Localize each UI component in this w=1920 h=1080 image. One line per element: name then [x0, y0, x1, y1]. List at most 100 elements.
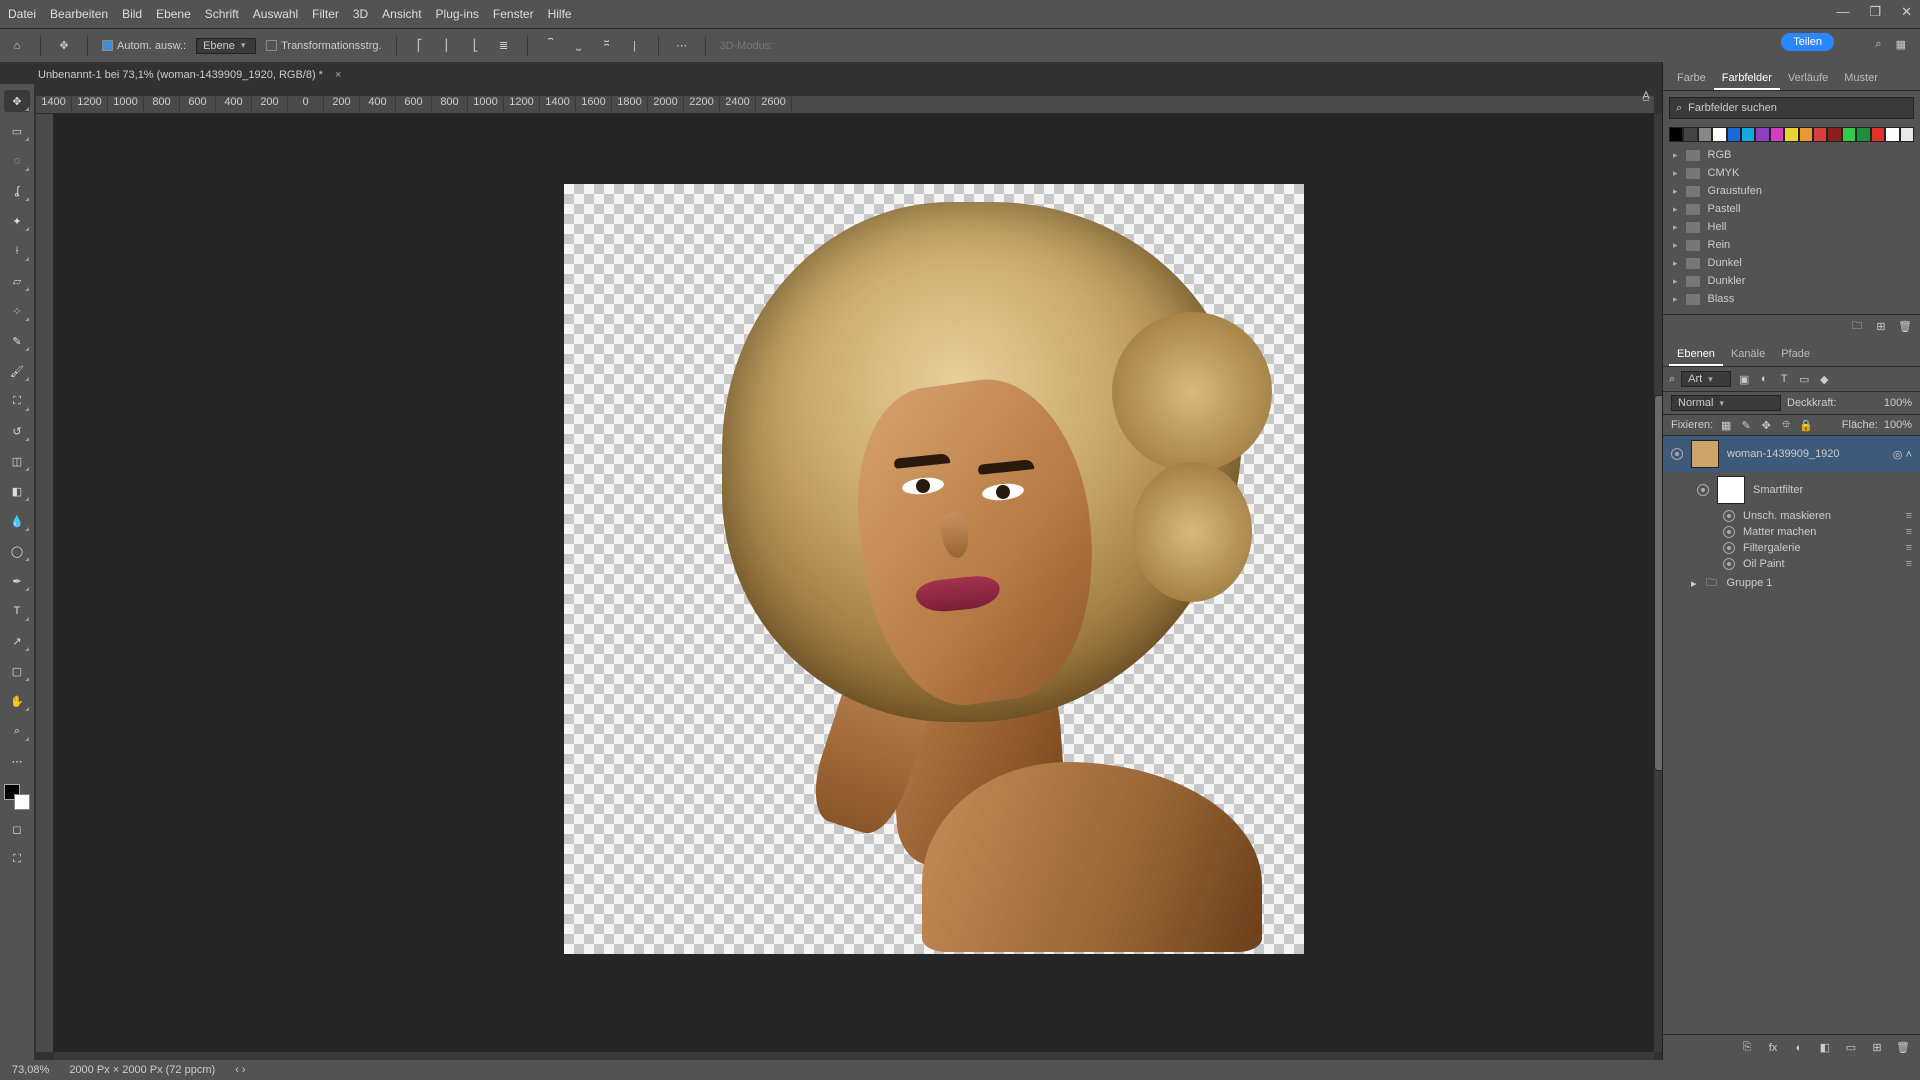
edit-toolbar[interactable]: ⋯ [4, 750, 30, 772]
visibility-toggle[interactable] [1671, 448, 1683, 460]
layer-woman[interactable]: woman-1439909_1920 ◎ ˄ [1663, 436, 1920, 472]
brush-tool[interactable]: 🖌 [4, 360, 30, 382]
filter-adjust-icon[interactable]: ◐ [1757, 372, 1771, 386]
swatch[interactable] [1683, 127, 1697, 142]
eraser-tool[interactable]: ◫ [4, 450, 30, 472]
shape-tool[interactable]: ▢ [4, 660, 30, 682]
opacity-value[interactable]: 100% [1884, 397, 1912, 409]
filter-galerie[interactable]: Filtergalerie≡ [1663, 540, 1920, 556]
swatch-group[interactable]: Graustufen [1663, 182, 1920, 200]
menu-bearbeiten[interactable]: Bearbeiten [50, 7, 108, 21]
transform-check[interactable]: Transformationsstrg. [266, 40, 381, 52]
menu-ebene[interactable]: Ebene [156, 7, 191, 21]
tab-farbe[interactable]: Farbe [1669, 68, 1714, 90]
distribute-spacing-icon[interactable]: | [626, 37, 644, 55]
new-layer-icon[interactable]: ⊞ [1870, 1041, 1884, 1055]
canvas[interactable] [54, 114, 1654, 1052]
menu-ansicht[interactable]: Ansicht [382, 7, 421, 21]
mask-icon[interactable]: ◐ [1792, 1041, 1806, 1055]
swatch-group[interactable]: CMYK [1663, 164, 1920, 182]
frame-tool[interactable]: ▱ [4, 270, 30, 292]
fx-icon[interactable]: fx [1766, 1041, 1780, 1055]
crop-tool[interactable]: ⟊ [4, 240, 30, 262]
lock-artboard-icon[interactable]: ⯐ [1779, 418, 1793, 432]
lock-all-icon[interactable]: 🔒 [1799, 418, 1813, 432]
filter-blend-icon[interactable]: ≡ [1906, 558, 1912, 570]
tab-verlaeufe[interactable]: Verläufe [1780, 68, 1836, 90]
tab-kanaele[interactable]: Kanäle [1723, 344, 1773, 366]
eyedropper-tool[interactable]: ⁘ [4, 300, 30, 322]
smartfilter-row[interactable]: Smartfilter [1663, 472, 1920, 508]
swatch-group[interactable]: Dunkel [1663, 254, 1920, 272]
swatch-group[interactable]: Dunkler [1663, 272, 1920, 290]
home-icon[interactable]: ⌂ [8, 37, 26, 55]
swatch[interactable] [1827, 127, 1841, 142]
layer-filter-kind[interactable]: Art [1681, 371, 1731, 387]
lock-trans-icon[interactable]: ▦ [1719, 418, 1733, 432]
quickmask-icon[interactable]: ◻ [4, 818, 30, 840]
distribute-middle-icon[interactable]: ⎵ [570, 37, 588, 55]
filter-mask-thumb[interactable] [1717, 476, 1745, 504]
menu-fenster[interactable]: Fenster [493, 7, 534, 21]
scrollbar-vertical[interactable] [1654, 114, 1662, 1052]
link-layers-icon[interactable]: ⎘ [1740, 1041, 1754, 1055]
swatch[interactable] [1741, 127, 1755, 142]
swatch[interactable] [1871, 127, 1885, 142]
swatch[interactable] [1669, 127, 1683, 142]
hand-tool[interactable]: ✋ [4, 690, 30, 712]
swatch-group[interactable]: RGB [1663, 146, 1920, 164]
layer-thumbnail[interactable] [1691, 440, 1719, 468]
blur-tool[interactable]: 💧 [4, 510, 30, 532]
distribute-top-icon[interactable]: ⎴ [542, 37, 560, 55]
swatch[interactable] [1885, 127, 1899, 142]
wand-tool[interactable]: ✦ [4, 210, 30, 232]
blend-mode-dropdown[interactable]: Normal [1671, 395, 1781, 411]
swatch-group[interactable]: Pastell [1663, 200, 1920, 218]
delete-layer-icon[interactable]: 🗑 [1896, 1041, 1910, 1055]
filter-blend-icon[interactable]: ≡ [1906, 542, 1912, 554]
auto-select-target-dropdown[interactable]: Ebene [196, 38, 256, 54]
swatch[interactable] [1727, 127, 1741, 142]
zoom-level[interactable]: 73,08% [12, 1064, 49, 1076]
tab-pfade[interactable]: Pfade [1773, 344, 1818, 366]
artboard-tool[interactable]: ▭ [4, 120, 30, 142]
align-center-icon[interactable]: ⎢ [439, 37, 457, 55]
heal-tool[interactable]: ✎ [4, 330, 30, 352]
stamp-tool[interactable]: ⛶ [4, 390, 30, 412]
menu-bild[interactable]: Bild [122, 7, 142, 21]
close-window-button[interactable]: ✕ [1901, 4, 1912, 20]
fill-value[interactable]: 100% [1884, 419, 1912, 431]
swatch[interactable] [1755, 127, 1769, 142]
filter-matter[interactable]: Matter machen≡ [1663, 524, 1920, 540]
maximize-button[interactable]: ❐ [1869, 4, 1881, 20]
close-tab-icon[interactable]: × [335, 69, 341, 81]
screenmode-icon[interactable]: ⛶ [4, 848, 30, 870]
filter-blend-icon[interactable]: ≡ [1906, 526, 1912, 538]
menu-auswahl[interactable]: Auswahl [253, 7, 298, 21]
swatch-search[interactable]: ⌕ Farbfelder suchen [1669, 97, 1914, 119]
filter-smart-icon[interactable]: ◆ [1817, 372, 1831, 386]
filter-pixel-icon[interactable]: ▣ [1737, 372, 1751, 386]
swatch-group[interactable]: Blass [1663, 290, 1920, 308]
history-brush-tool[interactable]: ↺ [4, 420, 30, 442]
menu-schrift[interactable]: Schrift [205, 7, 239, 21]
menu-plugins[interactable]: Plug-ins [436, 7, 479, 21]
menu-3d[interactable]: 3D [353, 7, 368, 21]
menu-filter[interactable]: Filter [312, 7, 339, 21]
more-options-icon[interactable]: ⋯ [673, 37, 691, 55]
tab-farbfelder[interactable]: Farbfelder [1714, 68, 1780, 90]
delete-swatch-icon[interactable]: 🗑 [1898, 320, 1912, 334]
new-folder-icon[interactable]: 🗀 [1850, 320, 1864, 334]
tab-muster[interactable]: Muster [1836, 68, 1886, 90]
fg-bg-swatch[interactable] [4, 784, 30, 810]
search-icon[interactable]: ⌕ [1875, 38, 1881, 51]
adjustment-icon[interactable]: ◧ [1818, 1041, 1832, 1055]
lock-pixel-icon[interactable]: ✎ [1739, 418, 1753, 432]
move-tool[interactable]: ✥ [4, 90, 30, 112]
menu-datei[interactable]: Datei [8, 7, 36, 21]
zoom-tool[interactable]: ⌕ [4, 720, 30, 742]
distribute-bottom-icon[interactable]: ⎶ [598, 37, 616, 55]
swatch-group[interactable]: Rein [1663, 236, 1920, 254]
group-name[interactable]: Gruppe 1 [1727, 577, 1773, 589]
dodge-tool[interactable]: ◯ [4, 540, 30, 562]
